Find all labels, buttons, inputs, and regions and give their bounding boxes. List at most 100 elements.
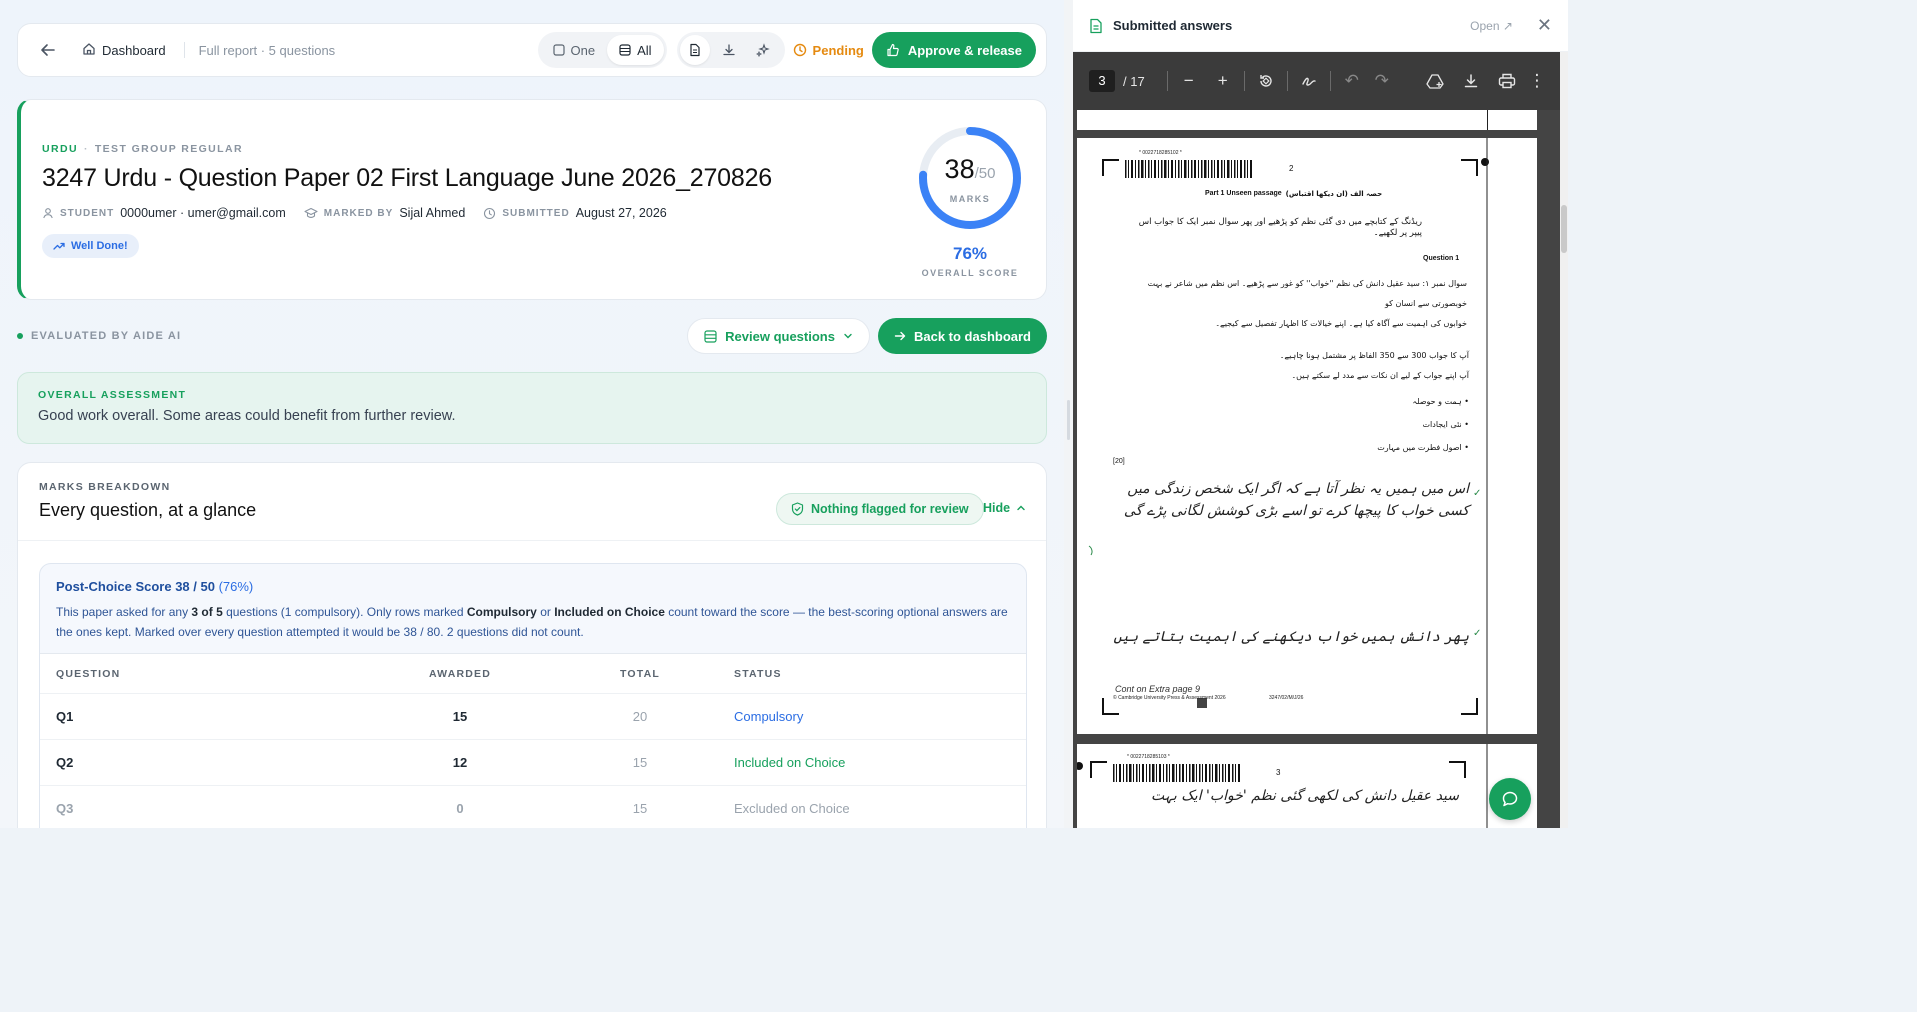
subject-name: URDU	[42, 143, 78, 155]
print-icon[interactable]	[1492, 73, 1522, 89]
pdf-handwritten-answer: اس میں ہمیں یہ نظر آتا ہے کہ اگر ایک شخص…	[1123, 481, 1469, 519]
shield-check-icon	[791, 502, 804, 516]
download-icon[interactable]	[714, 35, 744, 65]
hide-toggle[interactable]: Hide	[983, 501, 1026, 515]
page-number-input[interactable]: 3	[1089, 70, 1115, 92]
chevron-up-icon	[1017, 505, 1025, 511]
submitted-meta: SUBMITTED August 27, 2026	[483, 206, 667, 220]
score-total: /50	[974, 165, 996, 182]
student-value: 0000umer · umer@gmail.com	[120, 206, 286, 220]
back-arrow-icon[interactable]	[38, 40, 58, 60]
panel-scrollbar[interactable]	[1560, 52, 1568, 828]
list-icon	[619, 44, 631, 56]
pdf-page-number: 2	[1289, 164, 1294, 173]
table-header: QUESTION AWARDED TOTAL STATUS	[40, 654, 1026, 694]
overall-percent: 76%	[952, 244, 988, 263]
close-icon[interactable]: ✕	[1537, 15, 1552, 36]
panel-title-text: Submitted answers	[1113, 18, 1233, 33]
assessment-text: Good work overall. Some areas could bene…	[38, 408, 456, 424]
marks-breakdown: MARKS BREAKDOWN Every question, at a gla…	[17, 462, 1047, 828]
review-label: Review questions	[725, 328, 835, 344]
pdf-barcode-number: * 0022718285102 *	[1139, 150, 1182, 156]
report-info: Full report · 5 questions	[198, 42, 336, 58]
redo-icon[interactable]: ↷	[1367, 71, 1397, 91]
score-title-text: Post-Choice Score 38 / 50	[56, 579, 215, 594]
evaluation-row: EVALUATED BY AIDE AI Review questions Ba…	[17, 318, 1047, 354]
pdf-handwritten-answer: پھر دانش ہمیں خواب دیکھنے کی اہمیت بتاتے…	[1113, 629, 1469, 645]
marker-meta: MARKED BY Sijal Ahmed	[304, 206, 465, 220]
row-status: Included on Choice	[734, 755, 846, 770]
tool-buttons	[676, 32, 785, 68]
badge-text: Well Done!	[71, 240, 128, 252]
pdf-question-label: Question 1	[1423, 255, 1460, 262]
download-icon[interactable]	[1456, 73, 1486, 89]
submitted-answers-panel: Submitted answers Open ↗ ✕ 3 / 17 − + ↶ …	[1073, 0, 1568, 828]
pdf-footer-code: 3247/02/M/J/26	[1269, 695, 1304, 701]
zoom-out-icon[interactable]: −	[1174, 71, 1204, 91]
approve-label: Approve & release	[907, 42, 1022, 58]
panel-resize-handle[interactable]	[1064, 0, 1073, 828]
student-meta: STUDENT 0000umer · umer@gmail.com	[42, 206, 286, 220]
score-title: Post-Choice Score 38 / 50 (76%)	[56, 579, 253, 594]
trending-up-icon	[53, 242, 65, 250]
view-all-button[interactable]: All	[607, 35, 664, 65]
review-questions-button[interactable]: Review questions	[687, 318, 870, 354]
save-drive-icon[interactable]	[1420, 73, 1450, 89]
page-title: 3247 Urdu - Question Paper 02 First Lang…	[42, 164, 772, 192]
row-question: Q2	[56, 755, 74, 770]
open-link[interactable]: Open ↗	[1470, 19, 1513, 33]
breakdown-header: MARKS BREAKDOWN Every question, at a gla…	[18, 463, 1046, 541]
chat-bubble-icon	[1502, 791, 1518, 807]
more-vertical-icon[interactable]: ⋮	[1529, 71, 1546, 91]
evaluated-by: EVALUATED BY AIDE AI	[17, 330, 181, 342]
pdf-bullets: • ہمت و حوصلہ • نئی ایجادات • اصول فطرت …	[1377, 397, 1469, 452]
back-to-dashboard-button[interactable]: Back to dashboard	[877, 318, 1047, 354]
square-icon	[552, 44, 565, 56]
dashboard-link[interactable]: Dashboard	[102, 43, 166, 58]
rotate-icon[interactable]	[1251, 73, 1281, 89]
table-row[interactable]: Q3 0 15 Excluded on Choice	[40, 786, 1026, 828]
pdf-viewport[interactable]: * 0022718285102 * 2 Part 1 Unseen passag…	[1073, 110, 1560, 828]
student-label: STUDENT	[60, 207, 115, 219]
flag-status-badge: Nothing flagged for review	[776, 493, 984, 525]
row-awarded: 15	[452, 709, 468, 724]
pdf-rules: آپ کا جواب 300 سے 350 الفاظ پر مشتمل ہون…	[1279, 351, 1469, 380]
home-icon[interactable]	[82, 42, 96, 59]
table-row[interactable]: Q2 12 15 Included on Choice	[40, 740, 1026, 786]
score-value: 38	[944, 154, 975, 184]
overall-assessment: OVERALL ASSESSMENT Good work overall. So…	[17, 372, 1047, 444]
sparkle-icon[interactable]	[748, 35, 778, 65]
undo-icon[interactable]: ↶	[1337, 71, 1367, 91]
draw-icon[interactable]	[1294, 73, 1324, 89]
meta-row: STUDENT 0000umer · umer@gmail.com MARKED…	[42, 206, 667, 220]
evaluated-label: EVALUATED BY AIDE AI	[31, 330, 182, 342]
chevron-down-icon	[844, 333, 852, 339]
approve-release-button[interactable]: Approve & release	[871, 32, 1036, 68]
marks-label: MARKS	[949, 194, 991, 204]
document-icon[interactable]	[679, 35, 710, 65]
table-row[interactable]: Q1 15 20 Compulsory	[40, 694, 1026, 740]
pdf-footer-copyright: © Cambridge University Press & Assessmen…	[1113, 695, 1226, 701]
thumbs-up-icon	[887, 43, 899, 57]
zoom-in-icon[interactable]: +	[1208, 71, 1238, 91]
check-icon: ✓	[1473, 488, 1482, 499]
score-percent: (76%)	[218, 579, 254, 594]
user-icon	[43, 208, 53, 219]
row-total: 15	[632, 755, 648, 770]
row-total: 15	[632, 801, 648, 816]
view-one-button[interactable]: One	[541, 35, 608, 65]
clock-icon	[484, 207, 496, 219]
arrow-right-icon	[894, 331, 906, 341]
submitted-label: SUBMITTED	[502, 207, 570, 219]
row-question: Q1	[56, 709, 74, 724]
chat-button[interactable]	[1489, 778, 1531, 820]
pdf-handwritten-answer: سید عقیل دانش کی لکھی گئی نظم 'خواب' ایک…	[1150, 788, 1459, 804]
row-total: 20	[632, 709, 648, 724]
view-all-label: All	[637, 42, 652, 58]
row-status: Compulsory	[734, 709, 804, 724]
questions-table: QUESTION AWARDED TOTAL STATUS Q1 15 20 C…	[40, 653, 1026, 828]
submission-summary-card: URDU · TEST GROUP REGULAR 3247 Urdu - Ques…	[17, 99, 1047, 300]
pdf-instruction: ریڈنگ کے کتابچے میں دی گئی نظم کو پڑھیے …	[1138, 217, 1422, 238]
panel-header: Submitted answers Open ↗ ✕	[1073, 0, 1568, 52]
performance-badge: Well Done!	[42, 234, 139, 258]
